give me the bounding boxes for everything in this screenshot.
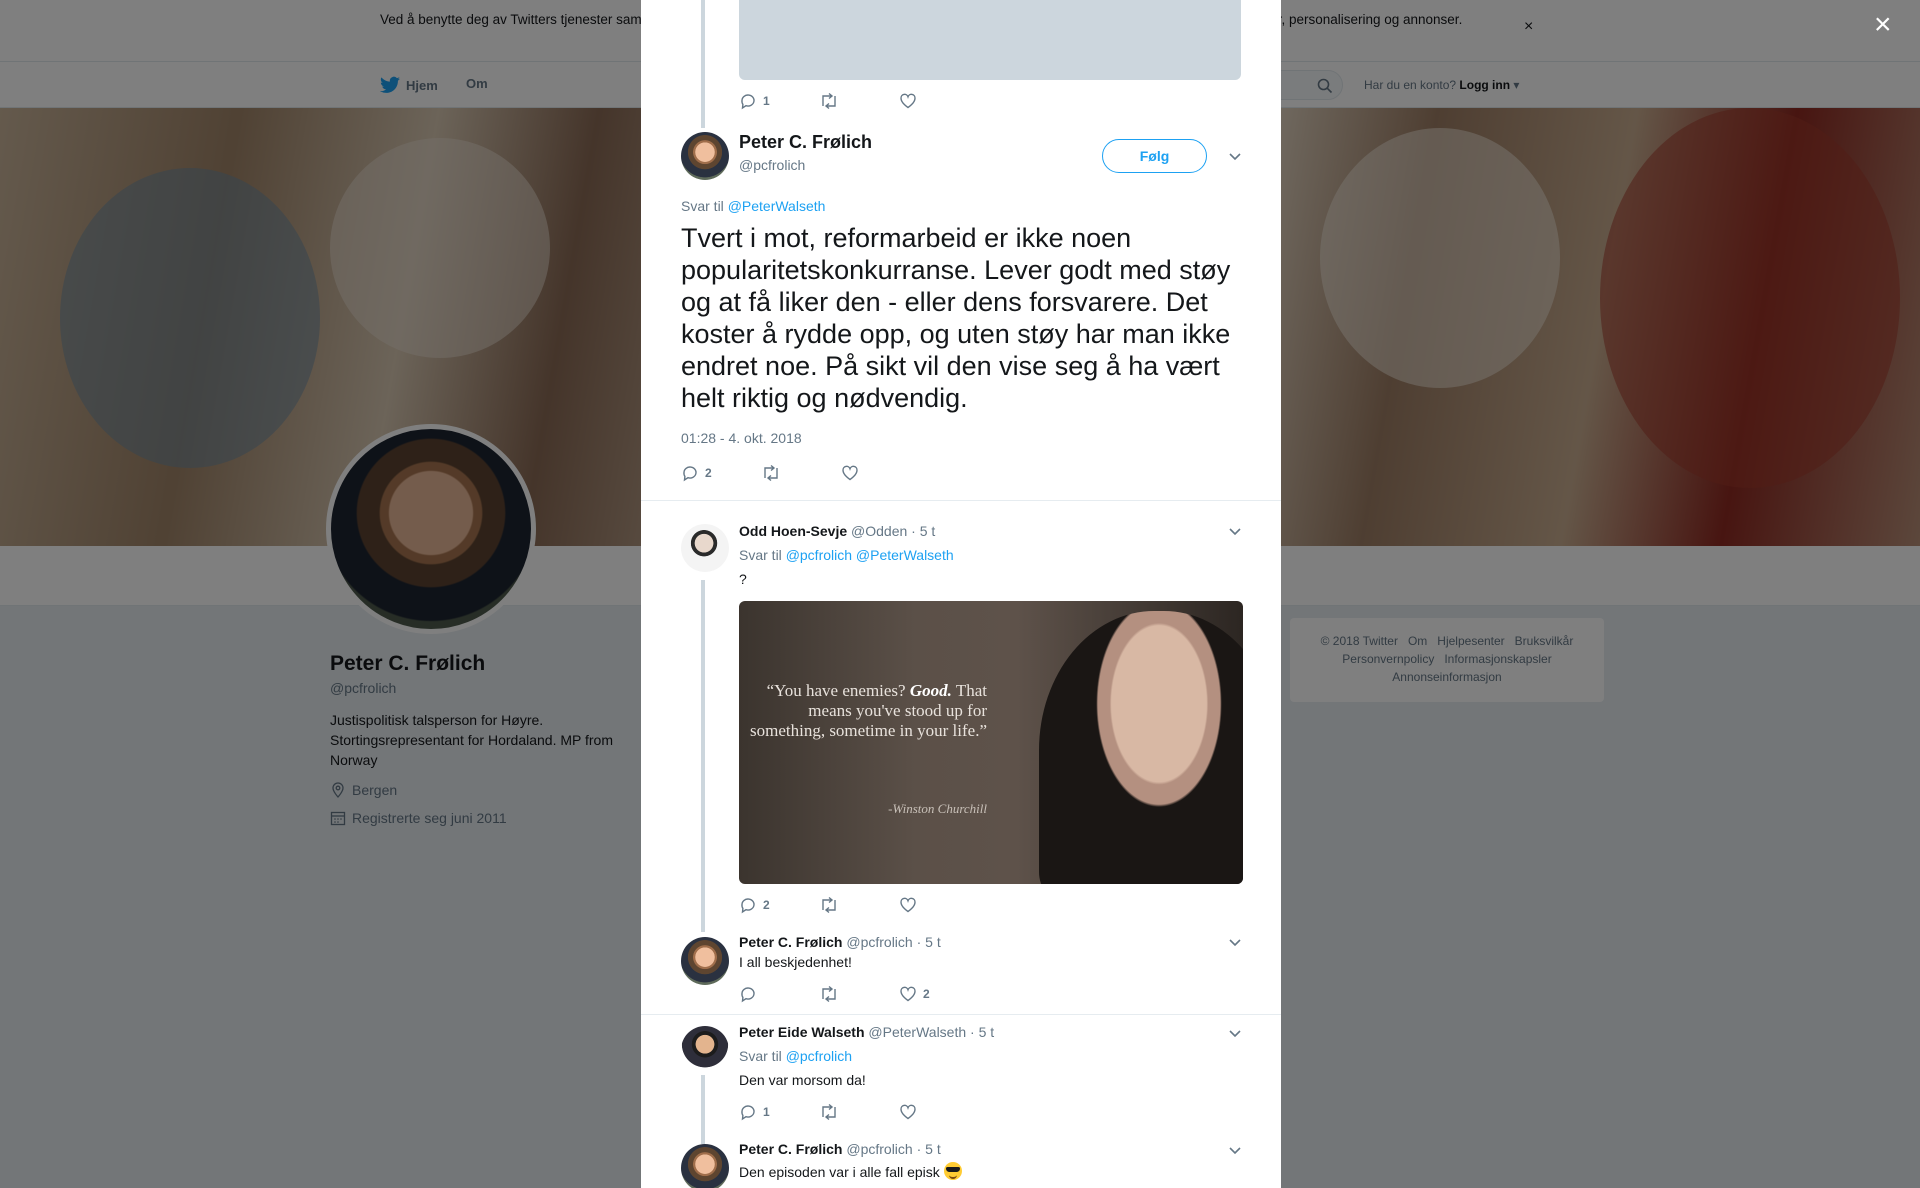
tweet-author-name[interactable]: Peter Eide Walseth xyxy=(739,1024,865,1040)
tweet-time[interactable]: · 5 t xyxy=(917,934,941,950)
tweet-author-handle[interactable]: @pcfrolich xyxy=(846,1141,912,1157)
like-button[interactable] xyxy=(899,896,979,914)
tweet-text: Den var morsom da! xyxy=(739,1072,866,1088)
main-tweet-actions: 2 xyxy=(681,464,921,482)
tweet-author-handle[interactable]: @PeterWalseth xyxy=(868,1024,966,1040)
tweet-author-name[interactable]: Peter C. Frølich xyxy=(739,934,842,950)
reply-button[interactable] xyxy=(739,985,819,1003)
reply-button[interactable]: 1 xyxy=(739,92,819,110)
tweet-text: Tvert i mot, reformarbeid er ikke noen p… xyxy=(681,223,1231,413)
like-button[interactable] xyxy=(841,464,921,482)
thread-line xyxy=(701,1075,705,1144)
tweet-timestamp[interactable]: 01:28 - 4. okt. 2018 xyxy=(681,430,802,446)
divider xyxy=(641,1014,1281,1015)
mention-link[interactable]: @PeterWalseth xyxy=(728,198,826,214)
tweet-actions: 1 xyxy=(739,1103,979,1121)
previous-tweet-image xyxy=(739,0,1241,80)
tweet-modal: 1 Peter C. Frølich @pcfrolich Følg Svar … xyxy=(641,0,1281,1188)
thread-line xyxy=(701,580,705,932)
previous-tweet-actions: 1 xyxy=(739,92,979,110)
sunglasses-emoji-icon xyxy=(943,1162,962,1180)
tweet-header: Peter C. Frølich @pcfrolich · 5 t xyxy=(739,934,941,950)
tweet-text: ? xyxy=(739,571,747,587)
retweet-icon xyxy=(764,464,778,482)
retweet-icon xyxy=(822,92,836,110)
retweet-button[interactable] xyxy=(761,464,841,482)
tweet-time[interactable]: · 5 t xyxy=(917,1141,941,1157)
reply-context: Svar til @PeterWalseth xyxy=(681,198,826,214)
retweet-button[interactable] xyxy=(819,1103,899,1121)
divider xyxy=(641,500,1281,501)
reply-icon xyxy=(683,466,697,482)
image-attribution: -Winston Churchill xyxy=(888,801,987,816)
reply-icon xyxy=(741,898,755,914)
heart-icon xyxy=(842,465,858,481)
churchill-portrait xyxy=(1039,611,1243,884)
chevron-down-icon[interactable] xyxy=(1225,146,1245,166)
tweet-author-name[interactable]: Peter C. Frølich xyxy=(739,132,872,153)
tweet-time[interactable]: · 5 t xyxy=(970,1024,994,1040)
reply-button[interactable]: 2 xyxy=(681,464,761,482)
chevron-down-icon[interactable] xyxy=(1225,1023,1245,1043)
chevron-down-icon[interactable] xyxy=(1225,932,1245,952)
tweet-time[interactable]: · 5 t xyxy=(911,523,935,539)
mention-link[interactable]: @PeterWalseth xyxy=(856,547,954,563)
tweet-text: I all beskjedenhet! xyxy=(739,954,852,970)
chevron-down-icon[interactable] xyxy=(1225,521,1245,541)
reply-icon xyxy=(741,1105,755,1121)
tweet-author-handle[interactable]: @pcfrolich xyxy=(846,934,912,950)
tweet-author-name[interactable]: Odd Hoen-Sevje xyxy=(739,523,847,539)
tweet-author-name[interactable]: Peter C. Frølich xyxy=(739,1141,842,1157)
retweet-button[interactable] xyxy=(819,985,899,1003)
heart-icon xyxy=(900,1104,916,1120)
avatar[interactable] xyxy=(681,1026,729,1074)
tweet-actions: 2 xyxy=(739,896,979,914)
like-button[interactable] xyxy=(899,92,979,110)
avatar[interactable] xyxy=(681,1144,729,1188)
heart-icon xyxy=(900,986,916,1002)
retweet-button[interactable] xyxy=(819,896,899,914)
reply-context: Svar til @pcfrolich xyxy=(739,1048,853,1064)
avatar[interactable] xyxy=(681,132,729,180)
reply-icon xyxy=(741,987,755,1003)
chevron-down-icon[interactable] xyxy=(1225,1140,1245,1160)
tweet-image[interactable]: “You have enemies? Good. That means you'… xyxy=(739,601,1243,884)
tweet-header: Odd Hoen-Sevje @Odden · 5 t xyxy=(739,523,935,539)
tweet-header: Peter C. Frølich @pcfrolich · 5 t xyxy=(739,1141,941,1157)
modal-close-button[interactable]: × xyxy=(1874,10,1892,40)
reply-button[interactable]: 1 xyxy=(739,1103,819,1121)
like-button[interactable]: 2 xyxy=(899,985,979,1003)
reply-icon xyxy=(741,94,755,110)
image-quote: “You have enemies? Good. That means you'… xyxy=(749,681,987,740)
retweet-icon xyxy=(822,985,836,1003)
retweet-icon xyxy=(822,896,836,914)
tweet-author-handle[interactable]: @pcfrolich xyxy=(739,157,805,173)
heart-icon xyxy=(900,93,916,109)
reply-context: Svar til @pcfrolich @PeterWalseth xyxy=(739,547,954,563)
avatar[interactable] xyxy=(681,937,729,985)
retweet-icon xyxy=(822,1103,836,1121)
mention-link[interactable]: @pcfrolich xyxy=(786,1048,852,1064)
avatar[interactable] xyxy=(681,524,729,572)
reply-button[interactable]: 2 xyxy=(739,896,819,914)
like-button[interactable] xyxy=(899,1103,979,1121)
follow-button[interactable]: Følg xyxy=(1102,139,1207,173)
tweet-header: Peter Eide Walseth @PeterWalseth · 5 t xyxy=(739,1024,994,1040)
heart-icon xyxy=(900,897,916,913)
mention-link[interactable]: @pcfrolich xyxy=(786,547,852,563)
tweet-author-handle[interactable]: @Odden xyxy=(851,523,907,539)
tweet-actions: 2 xyxy=(739,985,979,1003)
thread-line xyxy=(701,0,705,128)
retweet-button[interactable] xyxy=(819,92,899,110)
tweet-text: Den episoden var i alle fall episk xyxy=(739,1162,962,1180)
